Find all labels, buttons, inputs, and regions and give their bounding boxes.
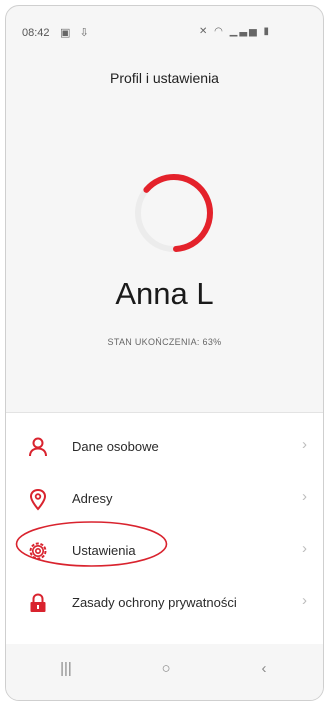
menu-item-addresses[interactable]: Adresy › (6, 475, 323, 523)
download-icon: ⇩ (79, 27, 92, 39)
signal-icon: ▁▃▅ (229, 26, 259, 37)
system-navigation-bar: ||| ○ ‹ (6, 644, 323, 700)
settings-highlight-annotation (15, 521, 168, 567)
progress-arc (143, 174, 213, 252)
location-pin-icon (29, 488, 47, 511)
chevron-right-icon: › (302, 540, 307, 557)
chevron-right-icon: › (302, 592, 307, 609)
wifi-icon: ◠ (214, 26, 225, 37)
lock-icon (30, 593, 46, 612)
back-button[interactable]: ‹ (244, 660, 284, 684)
completion-label: STAN UKOŃCZENIA: (107, 337, 200, 347)
user-name: Anna L (115, 276, 214, 311)
notification-icons: ▣ ⇩ (60, 26, 92, 39)
chevron-right-icon: › (302, 436, 307, 453)
home-button[interactable]: ○ (146, 660, 186, 684)
chevron-right-icon: › (302, 488, 307, 505)
menu-item-personal-data[interactable]: Dane osobowe › (6, 423, 323, 471)
menu-item-label: Dane osobowe (72, 439, 159, 454)
status-time: 08:42 (22, 27, 50, 39)
system-icons: ✕ ◠ ▁▃▅ ▮ (199, 26, 271, 37)
status-bar: 08:42 ▣ ⇩ ✕ ◠ ▁▃▅ ▮ (6, 6, 323, 46)
recent-apps-button[interactable]: ||| (46, 660, 86, 684)
page-title: Profil i ustawienia (110, 70, 219, 86)
person-icon (29, 437, 47, 457)
phone-frame: 08:42 ▣ ⇩ ✕ ◠ ▁▃▅ ▮ Profil i ustawienia … (5, 5, 324, 701)
menu-item-privacy-policy[interactable]: Zasady ochrony prywatności › (6, 579, 323, 627)
mute-icon: ✕ (198, 26, 210, 37)
menu-item-label: Adresy (72, 491, 113, 506)
gallery-icon: ▣ (60, 27, 74, 39)
completion-progress-ring (135, 174, 213, 252)
battery-icon: ▮ (263, 26, 271, 37)
completion-status: STAN UKOŃCZENIA: 63% (6, 337, 323, 347)
menu-item-label: Zasady ochrony prywatności (72, 595, 237, 610)
completion-value: 63% (202, 337, 222, 347)
